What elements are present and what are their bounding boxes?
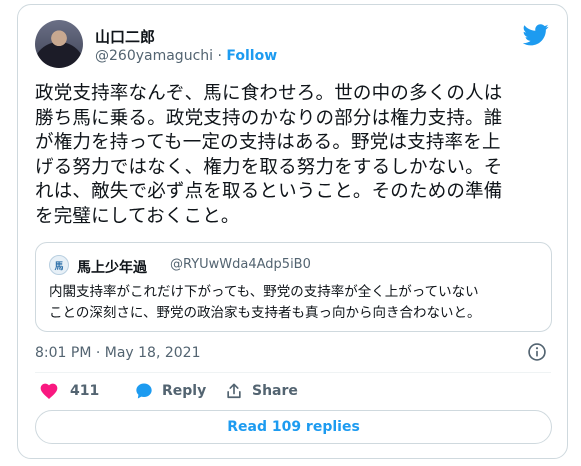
divider [35,372,551,373]
author-display-name[interactable]: 山口二郎 [95,26,155,47]
heart-icon [40,383,58,399]
read-replies-button[interactable]: Read 109 replies [35,410,552,444]
like-button[interactable]: 411 [39,381,99,401]
tweet-text-line: 政党支持率なんぞ、馬に食わせろ。世の中の多くの人は [35,83,503,104]
handle-separator: · [217,48,222,64]
quoted-author-avatar: 馬 [49,255,69,275]
reply-label: Reply [162,383,207,399]
quoted-author-name: 馬上少年過 [77,260,147,276]
tweet-text-line: 勝ち馬に乗る。政党支持のかなりの部分は権力支持。誰 [35,107,503,129]
share-icon [227,383,241,399]
tweet-timestamp[interactable]: 8:01 PM · May 18, 2021 [35,345,201,361]
quoted-tweet[interactable]: 馬 馬上少年過 @RYUwWda4Adp5iB0 内閣支持率がこれだけ下がっても… [35,242,552,332]
like-count: 411 [70,383,100,399]
tweet-text-line: を完璧にしておくこと。 [35,205,240,227]
share-label: Share [252,383,298,399]
quoted-author-handle: @RYUwWda4Adp5iB0 [170,257,311,272]
reply-bubble-icon [136,383,152,399]
tweet-text-line: れは、敵失で必ず点を取るということ。そのための準備 [35,181,503,202]
twitter-bird-icon[interactable] [523,24,549,46]
reply-button[interactable]: Reply [134,381,206,401]
share-button[interactable]: Share [224,381,298,401]
author-handle-line: @260yamaguchi · Follow [95,48,277,64]
tweet-card: 山口二郎 @260yamaguchi · Follow 政党支持率なんぞ、馬に食… [17,4,568,459]
quoted-text-line: 内閣支持率がこれだけ下がっても、野党の支持率が全く上がっていない [49,284,479,300]
tweet-text-line: が権力を持っても一定の支持はある。野党は支持率を上 [35,132,501,153]
info-icon[interactable] [527,342,547,362]
author-avatar[interactable] [35,20,83,68]
tweet-header: 山口二郎 @260yamaguchi · Follow [35,20,551,72]
follow-button[interactable]: Follow [226,48,277,64]
tweet-text-line: げる努力ではなく、権力を取る努力をするしかない。そ [35,156,503,178]
quoted-tweet-text: 内閣支持率がこれだけ下がっても、野党の支持率が全く上がっていない ことの深刻さに… [49,282,544,324]
tweet-text: 政党支持率なんぞ、馬に食わせろ。世の中の多くの人は 勝ち馬に乗る。政党支持のかな… [35,82,555,229]
quoted-text-line: ことの深刻さに、野党の政治家も支持者も真っ向から向き合わないと。 [49,305,481,321]
author-handle[interactable]: @260yamaguchi [95,48,213,64]
